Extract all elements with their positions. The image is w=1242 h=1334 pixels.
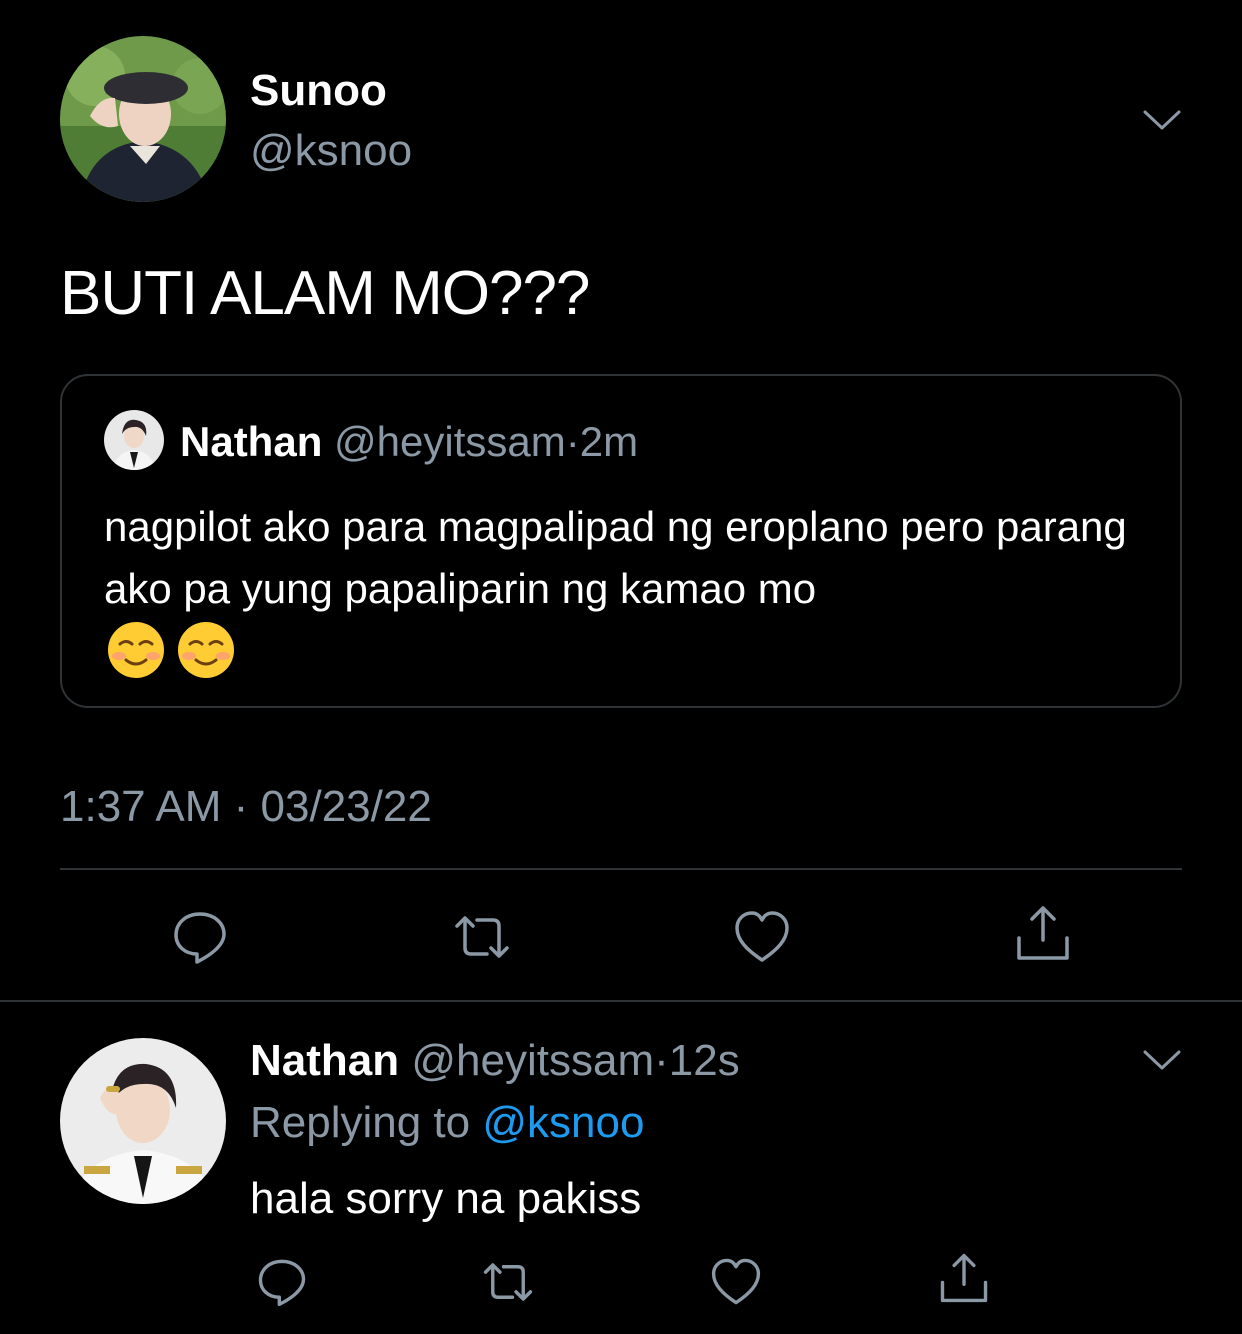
quoted-tweet-emojis [106,620,236,680]
retweet-icon[interactable] [482,1256,534,1308]
quoted-tweet-time: 2m [579,418,639,465]
separator-dot: · [565,418,580,465]
tweet-detail-page: Sunoo @ksnoo BUTI ALAM MO??? Nathan @hey… [0,0,1242,1334]
author-handle[interactable]: @ksnoo [250,126,412,176]
smiling-face-emoji [176,620,236,680]
reply-icon[interactable] [256,1256,308,1308]
share-icon[interactable] [1014,904,1072,962]
replying-to-label: Replying to [250,1098,471,1147]
chevron-down-icon[interactable] [1142,1048,1182,1072]
reply-header: Nathan @heyitssam·12s [250,1036,740,1086]
quoted-tweet-header: Nathan @heyitssam·2m [180,418,638,466]
separator-dot: · [654,1036,669,1085]
quoted-author-avatar [104,410,164,470]
reply-author-avatar[interactable] [60,1038,226,1204]
reply-author-name[interactable]: Nathan [250,1036,399,1085]
quoted-author-name: Nathan [180,418,323,465]
reply-time[interactable]: 12s [669,1036,740,1085]
reply-author-handle[interactable]: @heyitssam [411,1036,654,1085]
reply-text: hala sorry na pakiss [250,1174,642,1223]
author-avatar[interactable] [60,36,226,202]
quoted-tweet-text: nagpilot ako para magpalipad ng eroplano… [104,503,1127,612]
like-icon[interactable] [733,908,791,966]
quoted-tweet-card[interactable]: Nathan @heyitssam·2m nagpilot ako para m… [60,374,1182,708]
tweet-text: BUTI ALAM MO??? [60,259,590,328]
divider [0,1000,1242,1002]
author-name[interactable]: Sunoo [250,66,387,116]
chevron-down-icon[interactable] [1142,108,1182,132]
smiling-face-emoji [106,620,166,680]
retweet-icon[interactable] [453,908,511,966]
reply-icon[interactable] [171,908,229,966]
like-icon[interactable] [710,1256,762,1308]
divider [60,868,1182,870]
share-icon[interactable] [938,1252,990,1304]
replying-to-mention[interactable]: @ksnoo [482,1098,644,1147]
tweet-timestamp[interactable]: 1:37 AM · 03/23/22 [60,782,432,832]
quoted-author-handle: @heyitssam [334,418,566,465]
replying-to-line: Replying to @ksnoo [250,1098,644,1148]
